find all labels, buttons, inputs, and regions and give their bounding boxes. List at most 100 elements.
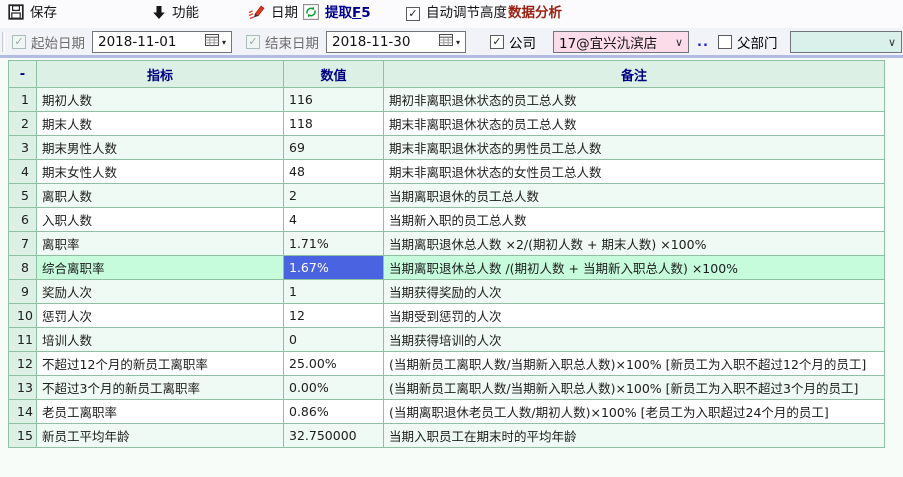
end-date-field[interactable]: 2018-11-30 ▾: [326, 31, 466, 53]
remark-cell[interactable]: 期初非离职退休状态的员工总人数: [384, 88, 885, 112]
end-date-checkbox[interactable]: ✓: [246, 35, 260, 49]
row-number-cell[interactable]: 15: [9, 424, 37, 448]
end-date-toggle: ✓ 结束日期: [246, 28, 319, 56]
table-row: 5离职人数2当期离职退休的员工总人数: [9, 184, 885, 208]
metric-cell[interactable]: 不超过12个月的新员工离职率: [37, 352, 284, 376]
metric-cell[interactable]: 奖励人次: [37, 280, 284, 304]
metric-cell[interactable]: 不超过3个月的新员工离职率: [37, 376, 284, 400]
row-number-cell[interactable]: 5: [9, 184, 37, 208]
metric-cell[interactable]: 期初人数: [37, 88, 284, 112]
header-remark[interactable]: 备注: [384, 61, 885, 88]
extract-button[interactable]: 提取F5: [303, 0, 371, 28]
row-number-cell[interactable]: 4: [9, 160, 37, 184]
header-value[interactable]: 数值: [284, 61, 384, 88]
row-number-cell[interactable]: 8: [9, 256, 37, 280]
parent-dept-checkbox[interactable]: [718, 35, 732, 49]
value-cell[interactable]: 118: [284, 112, 384, 136]
row-number-cell[interactable]: 14: [9, 400, 37, 424]
value-cell[interactable]: 1.71%: [284, 232, 384, 256]
row-number-cell[interactable]: 7: [9, 232, 37, 256]
metric-cell[interactable]: 期末女性人数: [37, 160, 284, 184]
value-cell[interactable]: 116: [284, 88, 384, 112]
remark-cell[interactable]: 期末非离职退休状态的员工总人数: [384, 112, 885, 136]
value-cell[interactable]: 0: [284, 328, 384, 352]
metric-cell[interactable]: 综合离职率: [37, 256, 284, 280]
date-button[interactable]: 日期: [248, 0, 298, 28]
metric-cell[interactable]: 期末人数: [37, 112, 284, 136]
header-corner[interactable]: -: [9, 61, 37, 88]
metric-cell[interactable]: 新员工平均年龄: [37, 424, 284, 448]
remark-cell[interactable]: 当期获得培训的人次: [384, 328, 885, 352]
row-number-cell[interactable]: 9: [9, 280, 37, 304]
company-select[interactable]: 17@宜兴氿滨店 ∨: [553, 31, 689, 53]
start-date-value: 2018-11-01: [98, 34, 205, 50]
value-cell[interactable]: 2: [284, 184, 384, 208]
parent-dept-select[interactable]: ∨: [790, 31, 902, 53]
remark-cell[interactable]: 当期获得奖励的人次: [384, 280, 885, 304]
auto-height-checkbox[interactable]: ✓: [406, 7, 420, 21]
dots-button[interactable]: ..: [697, 28, 709, 56]
remark-cell[interactable]: 期末非离职退休状态的男性员工总人数: [384, 136, 885, 160]
value-cell[interactable]: 12: [284, 304, 384, 328]
metric-cell[interactable]: 惩罚人次: [37, 304, 284, 328]
save-icon: [8, 4, 24, 24]
company-checkbox[interactable]: ✓: [490, 35, 504, 49]
remark-cell[interactable]: 当期离职退休总人数 /(期初人数 + 当期新入职总人数) ×100%: [384, 256, 885, 280]
toolbar-grip: [2, 32, 5, 52]
remark-cell[interactable]: 期末非离职退休状态的女性员工总人数: [384, 160, 885, 184]
row-number-cell[interactable]: 6: [9, 208, 37, 232]
company-toggle: ✓ 公司: [490, 28, 536, 56]
data-analysis-label: 数据分析: [508, 7, 562, 21]
value-cell[interactable]: 0.86%: [284, 400, 384, 424]
value-cell[interactable]: 32.750000: [284, 424, 384, 448]
check-icon: ✓: [408, 8, 417, 19]
row-number-cell[interactable]: 10: [9, 304, 37, 328]
remark-cell[interactable]: 当期离职退休的员工总人数: [384, 184, 885, 208]
remark-cell[interactable]: 当期入职员工在期末时的平均年龄: [384, 424, 885, 448]
table-row: 9奖励人次1当期获得奖励的人次: [9, 280, 885, 304]
start-date-checkbox[interactable]: ✓: [12, 35, 26, 49]
remark-cell[interactable]: (当期新员工离职人数/当期新入职总人数)×100% [新员工为入职不超过12个月…: [384, 352, 885, 376]
header-row: - 指标 数值 备注: [9, 61, 885, 88]
save-button[interactable]: 保存: [8, 0, 57, 28]
metric-cell[interactable]: 期末男性人数: [37, 136, 284, 160]
value-cell[interactable]: 4: [284, 208, 384, 232]
remark-cell[interactable]: 当期受到惩罚的人次: [384, 304, 885, 328]
remark-cell[interactable]: 当期离职退休总人数 ×2/(期初人数 + 期末人数) ×100%: [384, 232, 885, 256]
chevron-down-icon[interactable]: ∨: [675, 36, 683, 49]
remark-cell[interactable]: (当期新员工离职人数/当期新入职总人数)×100% [新员工为入职不超过3个月的…: [384, 376, 885, 400]
table-row: 13不超过3个月的新员工离职率0.00%(当期新员工离职人数/当期新入职总人数)…: [9, 376, 885, 400]
metric-cell[interactable]: 培训人数: [37, 328, 284, 352]
metrics-table: - 指标 数值 备注 1期初人数116期初非离职退休状态的员工总人数2期末人数1…: [8, 60, 885, 448]
value-cell[interactable]: 0.00%: [284, 376, 384, 400]
row-number-cell[interactable]: 11: [9, 328, 37, 352]
check-icon: ✓: [14, 36, 23, 47]
row-number-cell[interactable]: 13: [9, 376, 37, 400]
value-cell[interactable]: 69: [284, 136, 384, 160]
value-cell[interactable]: 48: [284, 160, 384, 184]
header-metric[interactable]: 指标: [37, 61, 284, 88]
dropdown-arrow-icon[interactable]: ▾: [222, 38, 226, 47]
value-cell[interactable]: 1.67%: [284, 256, 384, 280]
chevron-down-icon[interactable]: ∨: [888, 36, 896, 49]
table-row: 8综合离职率1.67%当期离职退休总人数 /(期初人数 + 当期新入职总人数) …: [9, 256, 885, 280]
remark-cell[interactable]: (当期离职退休老员工人数/期初人数)×100% [老员工为入职超过24个月的员工…: [384, 400, 885, 424]
metric-cell[interactable]: 离职率: [37, 232, 284, 256]
metric-cell[interactable]: 入职人数: [37, 208, 284, 232]
start-date-field[interactable]: 2018-11-01 ▾: [92, 31, 232, 53]
table-area: - 指标 数值 备注 1期初人数116期初非离职退休状态的员工总人数2期末人数1…: [0, 58, 903, 477]
value-cell[interactable]: 1: [284, 280, 384, 304]
auto-height-toggle[interactable]: ✓ 自动调节高度: [406, 0, 507, 28]
row-number-cell[interactable]: 3: [9, 136, 37, 160]
metric-cell[interactable]: 老员工离职率: [37, 400, 284, 424]
row-number-cell[interactable]: 1: [9, 88, 37, 112]
data-analysis-button[interactable]: 数据分析: [508, 0, 562, 28]
row-number-cell[interactable]: 2: [9, 112, 37, 136]
dropdown-arrow-icon[interactable]: ▾: [456, 38, 460, 47]
function-button[interactable]: 功能: [152, 0, 199, 28]
metric-cell[interactable]: 离职人数: [37, 184, 284, 208]
remark-cell[interactable]: 当期新入职的员工总人数: [384, 208, 885, 232]
value-cell[interactable]: 25.00%: [284, 352, 384, 376]
table-row: 7离职率1.71%当期离职退休总人数 ×2/(期初人数 + 期末人数) ×100…: [9, 232, 885, 256]
row-number-cell[interactable]: 12: [9, 352, 37, 376]
